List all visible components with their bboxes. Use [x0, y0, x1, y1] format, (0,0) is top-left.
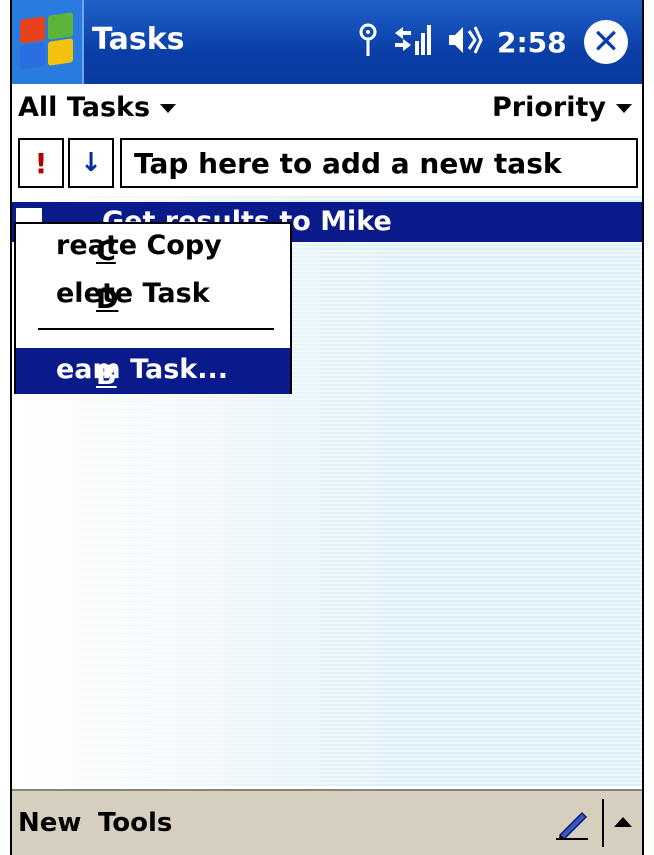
start-button[interactable]: [12, 0, 84, 84]
beam-task-label: eam Task...: [56, 354, 229, 385]
menu-bar: New Tools: [12, 789, 642, 855]
menu-item-create-copy[interactable]: Create Copy: [16, 224, 290, 268]
context-menu: Create Copy Delete Task Beam Task...: [14, 222, 292, 394]
windows-flag-icon: [18, 12, 76, 70]
antenna-icon[interactable]: [357, 23, 379, 62]
close-icon[interactable]: ✕: [584, 20, 628, 64]
sort-dropdown[interactable]: Priority: [492, 92, 632, 123]
new-task-input[interactable]: Tap here to add a new task: [120, 138, 638, 188]
pen-input-icon[interactable]: [554, 805, 590, 841]
status-area: 2:58: [357, 18, 567, 66]
sip-divider: [602, 799, 604, 847]
tools-menu-button[interactable]: Tools: [98, 808, 172, 838]
sip-arrow-up-icon[interactable]: [614, 817, 632, 827]
category-filter-label: All Tasks: [18, 92, 151, 123]
menu-item-beam-task[interactable]: Beam Task...: [16, 348, 290, 394]
priority-button[interactable]: !: [18, 138, 64, 188]
clock[interactable]: 2:58: [497, 26, 567, 59]
menu-item-delete-task[interactable]: Delete Task: [16, 272, 290, 316]
chevron-down-icon: [160, 104, 177, 113]
sort-label: Priority: [492, 92, 606, 123]
category-filter-dropdown[interactable]: All Tasks: [18, 92, 177, 123]
create-copy-label: reate Copy: [56, 230, 222, 261]
task-entry-bar: ! ↓ Tap here to add a new task: [12, 134, 642, 194]
filter-bar: All Tasks Priority: [12, 84, 642, 132]
new-menu-button[interactable]: New: [18, 808, 81, 838]
speaker-icon[interactable]: [447, 23, 483, 62]
delete-task-label: elete Task: [56, 278, 210, 309]
app-title: Tasks: [92, 22, 185, 57]
sort-order-button[interactable]: ↓: [68, 138, 114, 188]
signal-icon[interactable]: [393, 23, 433, 62]
chevron-down-icon: [616, 104, 632, 113]
title-bar: Tasks 2:58 ✕: [12, 0, 642, 84]
menu-separator: [38, 328, 274, 330]
app-window: Tasks 2:58 ✕ All Tasks Priority ! ↓ Tap …: [10, 0, 644, 855]
